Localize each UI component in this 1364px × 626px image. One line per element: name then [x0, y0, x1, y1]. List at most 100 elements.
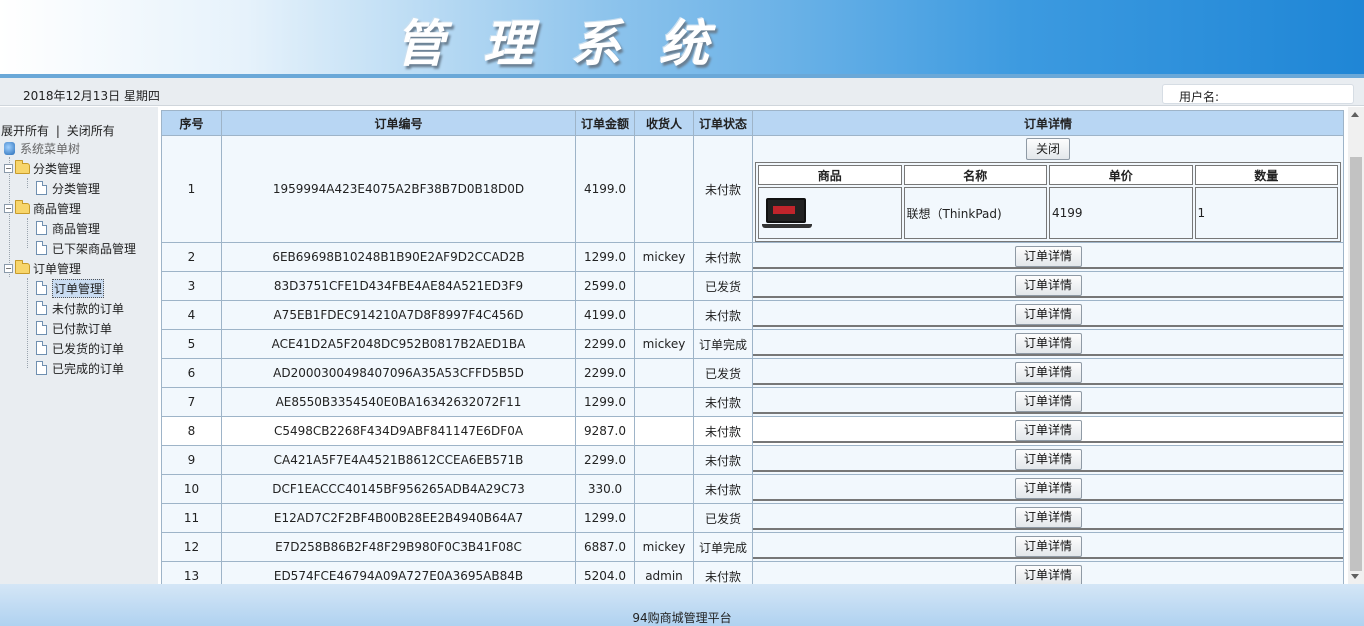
sidebar-item-label: 分类管理 [52, 181, 101, 196]
folder-open-icon [15, 159, 30, 174]
cell-status: 未付款 [693, 445, 753, 475]
order-detail-button[interactable]: 订单详情 [1014, 390, 1082, 412]
cell-order-id: ACE41D2A5F2048DC952B0817B2AED1BA [221, 329, 576, 359]
collapse-toggle-icon[interactable]: − [4, 203, 13, 213]
page-icon [36, 221, 47, 235]
cell-order-id: C5498CB2268F434D9ABF841147E6DF0A [221, 416, 576, 446]
username-label: 用户名: [1179, 90, 1220, 104]
page-icon [36, 181, 47, 195]
sidebar-item-offshelf-products[interactable]: 已下架商品管理 [36, 239, 136, 257]
current-date: 2018年12月13日 星期四 [23, 89, 160, 103]
order-detail-button[interactable]: 订单详情 [1014, 535, 1082, 557]
tree-group-product[interactable]: − 商品管理 [4, 199, 81, 217]
cell-status: 未付款 [693, 474, 753, 504]
cell-no: 1 [161, 135, 222, 243]
cell-amount: 1299.0 [575, 387, 635, 417]
sidebar-item-unpaid-orders[interactable]: 未付款的订单 [36, 299, 124, 317]
cell-no: 10 [161, 474, 222, 504]
cell-order-id: 6EB69698B10248B1B90E2AF9D2CCAD2B [221, 242, 576, 272]
order-detail-button[interactable]: 订单详情 [1014, 477, 1082, 499]
table-row: 12 E7D258B86B2F48F29B980F0C3B41F08C 6887… [161, 532, 1344, 562]
collapse-toggle-icon[interactable]: − [4, 163, 13, 173]
cell-receiver [634, 445, 694, 475]
cell-receiver [634, 416, 694, 446]
expand-all-link[interactable]: 展开所有 [1, 124, 49, 138]
cell-detail: 订单详情 [752, 329, 1344, 359]
table-row: 6 AD2000300498407096A35A53CFFD5B5D 2299.… [161, 358, 1344, 388]
sidebar-item-paid-orders[interactable]: 已付款订单 [36, 319, 112, 337]
username-box: 用户名: [1162, 84, 1354, 104]
cell-order-id: AD2000300498407096A35A53CFFD5B5D [221, 358, 576, 388]
detail-header-row: 商品 名称 单价 数量 [758, 165, 1338, 185]
folder-open-icon [15, 259, 30, 274]
cell-no: 6 [161, 358, 222, 388]
page-icon [36, 301, 47, 315]
table-row: 8 C5498CB2268F434D9ABF841147E6DF0A 9287.… [161, 416, 1344, 446]
collapse-toggle-icon[interactable]: − [4, 263, 13, 273]
cell-amount: 2599.0 [575, 271, 635, 301]
cell-status: 未付款 [693, 416, 753, 446]
order-detail-button[interactable]: 订单详情 [1014, 506, 1082, 528]
cell-detail-expanded: 关闭 商品 名称 单价 数量 联想（ThinkPad) 4199 1 [752, 135, 1344, 243]
cell-amount: 330.0 [575, 474, 635, 504]
cell-order-id: DCF1EACCC40145BF956265ADB4A29C73 [221, 474, 576, 504]
cell-status: 未付款 [693, 135, 753, 243]
sidebar-item-category-manage[interactable]: 分类管理 [36, 179, 100, 197]
sidebar: 展开所有 | 关闭所有 系统菜单树 − 分类管理 分类管理 − 商品管理 商品管… [0, 107, 158, 584]
info-bar: 2018年12月13日 星期四 用户名: [0, 78, 1364, 106]
laptop-icon [762, 196, 812, 230]
order-detail-button[interactable]: 订单详情 [1014, 361, 1082, 383]
cell-detail: 订单详情 [752, 300, 1344, 330]
order-detail-button[interactable]: 订单详情 [1014, 245, 1082, 267]
sidebar-item-label: 未付款的订单 [52, 301, 125, 316]
vertical-scrollbar[interactable] [1348, 107, 1364, 584]
tree-group-category[interactable]: − 分类管理 [4, 159, 81, 177]
order-detail-button[interactable]: 订单详情 [1014, 274, 1082, 296]
sidebar-item-completed-orders[interactable]: 已完成的订单 [36, 359, 124, 377]
cell-amount: 2299.0 [575, 329, 635, 359]
sidebar-item-shipped-orders[interactable]: 已发货的订单 [36, 339, 124, 357]
order-detail-table: 商品 名称 单价 数量 联想（ThinkPad) 4199 1 [755, 162, 1341, 242]
sidebar-item-label: 订单管理 [52, 278, 105, 298]
tree-group-order[interactable]: − 订单管理 [4, 259, 81, 277]
cell-detail: 订单详情 [752, 474, 1344, 504]
scroll-thumb[interactable] [1350, 157, 1362, 571]
order-detail-button[interactable]: 订单详情 [1014, 419, 1082, 441]
header-banner: 管理系统 [0, 0, 1364, 74]
order-detail-button[interactable]: 订单详情 [1014, 448, 1082, 470]
cell-amount: 4199.0 [575, 135, 635, 243]
sidebar-item-order-manage[interactable]: 订单管理 [36, 278, 105, 298]
cell-receiver [634, 300, 694, 330]
footer-text: 94购商城管理平台 [632, 611, 732, 625]
cell-status: 已发货 [693, 503, 753, 533]
close-detail-button[interactable]: 关闭 [1026, 138, 1070, 160]
cell-status: 已发货 [693, 271, 753, 301]
cell-order-id: E7D258B86B2F48F29B980F0C3B41F08C [221, 532, 576, 562]
cell-amount: 2299.0 [575, 445, 635, 475]
cell-detail: 订单详情 [752, 503, 1344, 533]
cell-order-id: 83D3751CFE1D434FBE4AE84A521ED3F9 [221, 271, 576, 301]
cell-receiver: mickey [634, 532, 694, 562]
tree-connector [27, 278, 28, 368]
scroll-down-arrow-icon[interactable] [1351, 574, 1359, 579]
cell-amount: 9287.0 [575, 416, 635, 446]
cell-no: 3 [161, 271, 222, 301]
order-detail-button[interactable]: 订单详情 [1014, 332, 1082, 354]
detail-product-name: 联想（ThinkPad) [903, 187, 1047, 239]
order-detail-button[interactable]: 订单详情 [1014, 564, 1082, 586]
cell-no: 8 [161, 416, 222, 446]
tree-group-label: 订单管理 [33, 261, 82, 276]
tree-root[interactable]: 系统菜单树 [4, 139, 80, 157]
cell-order-id: E12AD7C2F2BF4B00B28EE2B4940B64A7 [221, 503, 576, 533]
cell-amount: 2299.0 [575, 358, 635, 388]
detail-header-price: 单价 [1049, 165, 1193, 185]
sidebar-item-product-manage[interactable]: 商品管理 [36, 219, 100, 237]
detail-product-price: 4199 [1049, 187, 1193, 239]
order-detail-button[interactable]: 订单详情 [1014, 303, 1082, 325]
tree-root-label: 系统菜单树 [20, 141, 81, 156]
scroll-up-arrow-icon[interactable] [1351, 112, 1359, 117]
cell-order-id: 1959994A423E4075A2BF38B7D0B18D0D [221, 135, 576, 243]
cell-status: 已发货 [693, 358, 753, 388]
table-row: 3 83D3751CFE1D434FBE4AE84A521ED3F9 2599.… [161, 271, 1344, 301]
collapse-all-link[interactable]: 关闭所有 [67, 124, 115, 138]
